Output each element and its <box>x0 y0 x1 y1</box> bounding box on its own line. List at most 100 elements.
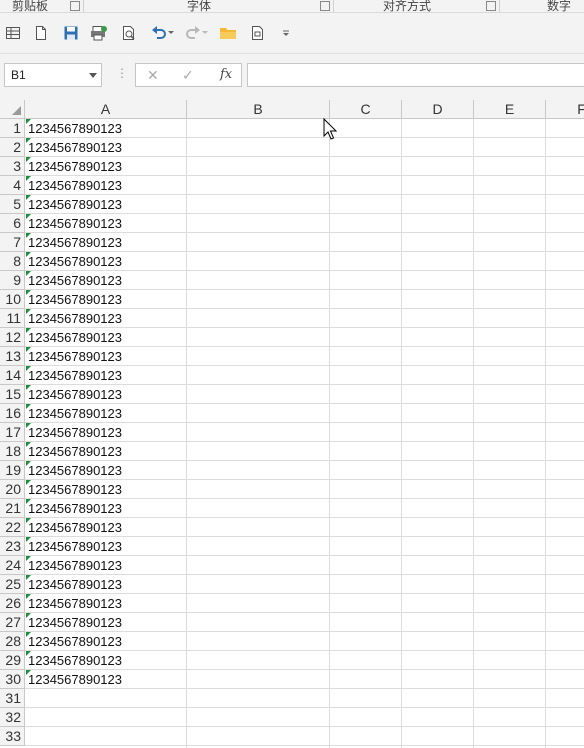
cell-a13[interactable]: 1234567890123 <box>26 347 188 365</box>
customize-icon[interactable] <box>276 23 296 43</box>
error-indicator-icon[interactable] <box>26 328 31 333</box>
cell-a19[interactable]: 1234567890123 <box>26 461 188 479</box>
row-header-1[interactable]: 1 <box>0 119 25 138</box>
cell-a24[interactable]: 1234567890123 <box>26 556 188 574</box>
cell-a3[interactable]: 1234567890123 <box>26 157 188 175</box>
check-icon[interactable]: ✓ <box>182 67 194 84</box>
error-indicator-icon[interactable] <box>26 195 31 200</box>
row-header-19[interactable]: 19 <box>0 461 25 480</box>
cell-a4[interactable]: 1234567890123 <box>26 176 188 194</box>
row-header-28[interactable]: 28 <box>0 632 25 651</box>
error-indicator-icon[interactable] <box>26 233 31 238</box>
row-header-18[interactable]: 18 <box>0 442 25 461</box>
row-header-26[interactable]: 26 <box>0 594 25 613</box>
cell-a16[interactable]: 1234567890123 <box>26 404 188 422</box>
cell-a10[interactable]: 1234567890123 <box>26 290 188 308</box>
error-indicator-icon[interactable] <box>26 138 31 143</box>
insert-function-button[interactable]: fx <box>220 67 232 82</box>
open-folder-icon[interactable] <box>218 23 238 43</box>
column-header-f[interactable]: F <box>546 100 584 119</box>
selected-cell-b1[interactable] <box>187 119 329 138</box>
column-header-a[interactable]: A <box>25 100 187 119</box>
error-indicator-icon[interactable] <box>26 575 31 580</box>
print-preview-icon[interactable] <box>89 23 109 43</box>
error-indicator-icon[interactable] <box>26 309 31 314</box>
error-indicator-icon[interactable] <box>26 518 31 523</box>
chevron-down-icon[interactable] <box>89 73 97 78</box>
error-indicator-icon[interactable] <box>26 461 31 466</box>
x-icon[interactable]: ✕ <box>147 67 159 84</box>
cell-a21[interactable]: 1234567890123 <box>26 499 188 517</box>
error-indicator-icon[interactable] <box>26 632 31 637</box>
save-icon[interactable] <box>61 23 81 43</box>
error-indicator-icon[interactable] <box>26 176 31 181</box>
dialog-launcher-icon[interactable] <box>320 1 330 11</box>
row-header-3[interactable]: 3 <box>0 157 25 176</box>
print-icon[interactable] <box>119 23 139 43</box>
row-header-11[interactable]: 11 <box>0 309 25 328</box>
row-header-33[interactable]: 33 <box>0 727 25 746</box>
row-header-15[interactable]: 15 <box>0 385 25 404</box>
select-all-button[interactable] <box>0 100 25 119</box>
row-header-16[interactable]: 16 <box>0 404 25 423</box>
cell-a20[interactable]: 1234567890123 <box>26 480 188 498</box>
column-header-d[interactable]: D <box>402 100 474 119</box>
vertical-dots-icon[interactable]: ⋮ <box>116 66 128 80</box>
cell-a6[interactable]: 1234567890123 <box>26 214 188 232</box>
cell-a8[interactable]: 1234567890123 <box>26 252 188 270</box>
cell-a17[interactable]: 1234567890123 <box>26 423 188 441</box>
cell-a28[interactable]: 1234567890123 <box>26 632 188 650</box>
cell-a14[interactable]: 1234567890123 <box>26 366 188 384</box>
column-header-e[interactable]: E <box>474 100 546 119</box>
row-header-20[interactable]: 20 <box>0 480 25 499</box>
row-header-5[interactable]: 5 <box>0 195 25 214</box>
error-indicator-icon[interactable] <box>26 442 31 447</box>
cell-a5[interactable]: 1234567890123 <box>26 195 188 213</box>
error-indicator-icon[interactable] <box>26 423 31 428</box>
row-header-23[interactable]: 23 <box>0 537 25 556</box>
error-indicator-icon[interactable] <box>26 499 31 504</box>
row-header-29[interactable]: 29 <box>0 651 25 670</box>
export-icon[interactable] <box>247 23 267 43</box>
name-box[interactable]: B1 <box>4 63 102 87</box>
cell-a9[interactable]: 1234567890123 <box>26 271 188 289</box>
cell-a7[interactable]: 1234567890123 <box>26 233 188 251</box>
error-indicator-icon[interactable] <box>26 214 31 219</box>
cell-a12[interactable]: 1234567890123 <box>26 328 188 346</box>
cell-a29[interactable]: 1234567890123 <box>26 651 188 669</box>
row-header-4[interactable]: 4 <box>0 176 25 195</box>
dialog-launcher-icon[interactable] <box>70 1 80 11</box>
row-header-24[interactable]: 24 <box>0 556 25 575</box>
cell-a1[interactable]: 1234567890123 <box>26 119 188 137</box>
error-indicator-icon[interactable] <box>26 366 31 371</box>
row-header-21[interactable]: 21 <box>0 499 25 518</box>
error-indicator-icon[interactable] <box>26 480 31 485</box>
error-indicator-icon[interactable] <box>26 157 31 162</box>
row-header-32[interactable]: 32 <box>0 708 25 727</box>
cell-a23[interactable]: 1234567890123 <box>26 537 188 555</box>
error-indicator-icon[interactable] <box>26 252 31 257</box>
cell-a2[interactable]: 1234567890123 <box>26 138 188 156</box>
row-header-22[interactable]: 22 <box>0 518 25 537</box>
chevron-down-icon[interactable] <box>200 23 210 43</box>
cell-a30[interactable]: 1234567890123 <box>26 670 188 688</box>
error-indicator-icon[interactable] <box>26 537 31 542</box>
cell-a26[interactable]: 1234567890123 <box>26 594 188 612</box>
error-indicator-icon[interactable] <box>26 404 31 409</box>
row-header-25[interactable]: 25 <box>0 575 25 594</box>
table-icon[interactable] <box>3 23 23 43</box>
row-header-31[interactable]: 31 <box>0 689 25 708</box>
row-header-9[interactable]: 9 <box>0 271 25 290</box>
cell-a27[interactable]: 1234567890123 <box>26 613 188 631</box>
cell-a15[interactable]: 1234567890123 <box>26 385 188 403</box>
cell-a22[interactable]: 1234567890123 <box>26 518 188 536</box>
row-header-7[interactable]: 7 <box>0 233 25 252</box>
error-indicator-icon[interactable] <box>26 385 31 390</box>
row-header-27[interactable]: 27 <box>0 613 25 632</box>
error-indicator-icon[interactable] <box>26 594 31 599</box>
row-header-8[interactable]: 8 <box>0 252 25 271</box>
cell-a11[interactable]: 1234567890123 <box>26 309 188 327</box>
error-indicator-icon[interactable] <box>26 290 31 295</box>
column-header-c[interactable]: C <box>330 100 402 119</box>
row-header-13[interactable]: 13 <box>0 347 25 366</box>
